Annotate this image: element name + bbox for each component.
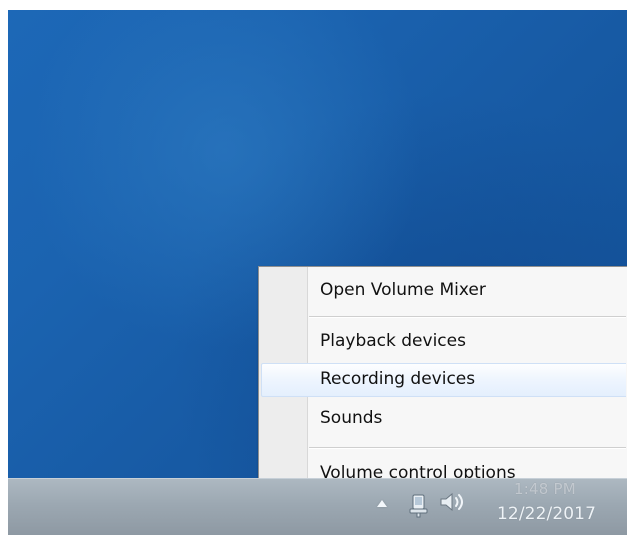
clock-date: 12/22/2017: [497, 504, 596, 524]
menu-separator: [309, 316, 626, 318]
menu-separator: [309, 447, 626, 449]
screen: Open Volume Mixer Playback devices Recor…: [0, 0, 627, 535]
speaker-icon[interactable]: [439, 490, 469, 514]
menu-item-label: Playback devices: [320, 331, 466, 351]
system-clock[interactable]: 1:48 PM 12/22/2017: [494, 481, 616, 533]
volume-context-menu: Open Volume Mixer Playback devices Recor…: [258, 266, 627, 499]
menu-item-label: Sounds: [320, 408, 383, 428]
clock-time: 1:48 PM: [514, 480, 576, 498]
network-icon[interactable]: [409, 489, 431, 519]
menu-item-recording-devices[interactable]: Recording devices: [261, 363, 626, 397]
menu-item-open-volume-mixer[interactable]: Open Volume Mixer: [261, 274, 626, 308]
show-hidden-icons-arrow-icon[interactable]: [377, 500, 387, 507]
system-tray: 1:48 PM 12/22/2017: [368, 479, 627, 535]
taskbar: 1:48 PM 12/22/2017: [8, 478, 627, 535]
menu-item-playback-devices[interactable]: Playback devices: [261, 325, 626, 359]
menu-item-label: Open Volume Mixer: [320, 280, 486, 300]
menu-item-label: Recording devices: [320, 369, 476, 389]
menu-item-sounds[interactable]: Sounds: [261, 402, 626, 436]
